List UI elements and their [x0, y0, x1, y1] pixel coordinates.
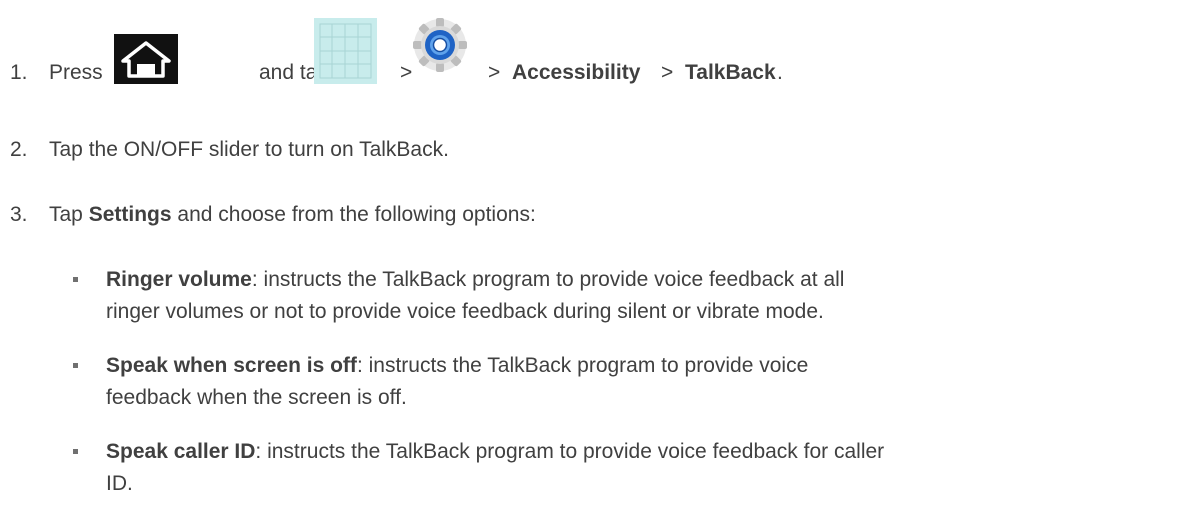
separator: >: [400, 61, 413, 84]
step-2-text: Tap the ON/OFF slider to turn on TalkBac…: [49, 138, 449, 161]
instructions-document: 1. Press and tap > > Accessibility > Tal…: [0, 0, 1201, 523]
option-term: Ringer volume: [106, 268, 252, 291]
bullet-marker: [73, 449, 78, 454]
step-3-text: Tap Settings and choose from the followi…: [49, 201, 536, 229]
tap-text: Tap: [49, 203, 83, 226]
settings-label: Settings: [88, 203, 172, 226]
talkback-label: TalkBack: [685, 61, 776, 84]
option-speak-caller-id: Speak caller ID: instructs the TalkBack …: [106, 438, 884, 466]
step-3-rest-text: and choose from the following options:: [177, 203, 536, 226]
step-1-press-text: Press: [49, 61, 103, 84]
home-icon: [114, 34, 178, 84]
settings-gear-icon: [412, 14, 468, 76]
option-description: : instructs the TalkBack program to prov…: [356, 354, 809, 377]
bullet-marker: [73, 363, 78, 368]
step-number: 3.: [10, 203, 28, 226]
option-description-continued: feedback when the screen is off.: [106, 386, 407, 409]
period: .: [777, 61, 783, 84]
option-description-continued: ID.: [106, 472, 133, 495]
accessibility-label: Accessibility: [512, 61, 641, 84]
separator: >: [661, 61, 674, 84]
step-number: 2.: [10, 138, 28, 161]
option-description-continued: ringer volumes or not to provide voice f…: [106, 300, 824, 323]
bullet-marker: [73, 277, 78, 282]
apps-grid-icon: [314, 18, 377, 84]
separator: >: [488, 61, 501, 84]
option-speak-when-screen-off: Speak when screen is off: instructs the …: [106, 352, 808, 380]
option-description: : instructs the TalkBack program to prov…: [255, 440, 885, 463]
option-term: Speak caller ID: [106, 440, 256, 463]
step-number: 1.: [10, 61, 28, 84]
option-description: : instructs the TalkBack program to prov…: [251, 268, 845, 291]
option-ringer-volume: Ringer volume: instructs the TalkBack pr…: [106, 266, 844, 294]
option-term: Speak when screen is off: [106, 354, 357, 377]
